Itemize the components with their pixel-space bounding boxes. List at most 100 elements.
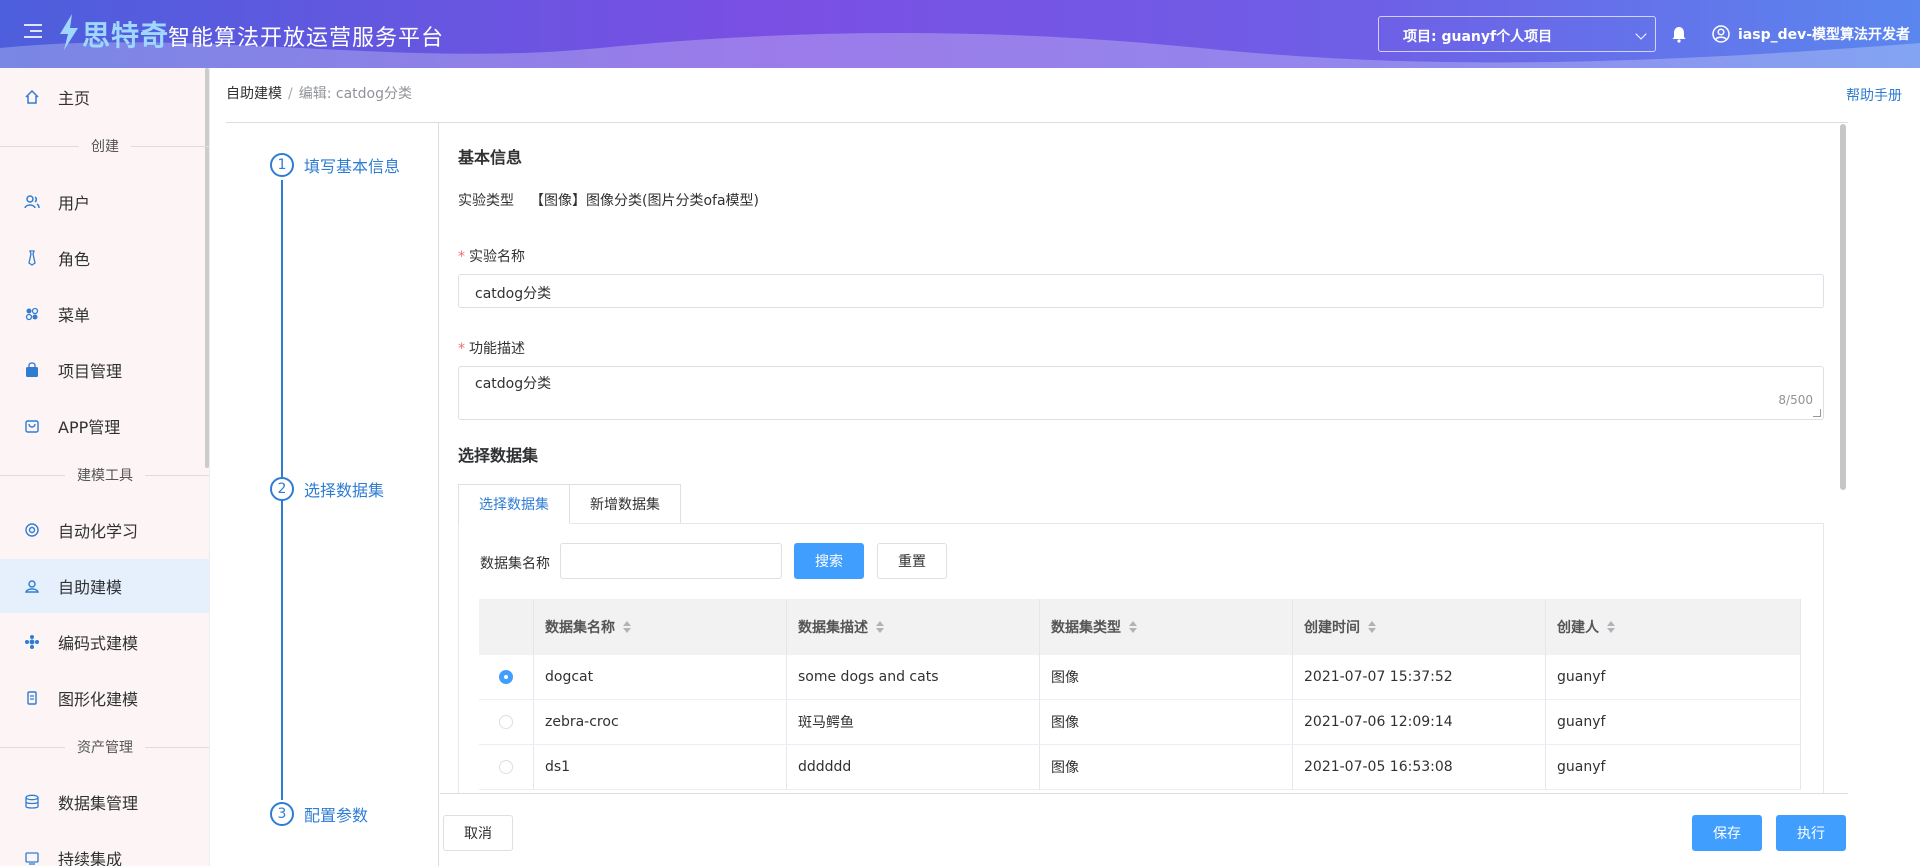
- sort-icon[interactable]: [1129, 621, 1137, 633]
- row-radio[interactable]: [499, 715, 513, 729]
- cell-creator: guanyf: [1546, 655, 1801, 699]
- database-icon: [24, 794, 40, 810]
- top-header: 思特奇 智能算法开放运营服务平台 项目: guanyf个人项目 iasp_dev…: [0, 0, 1920, 68]
- breadcrumb-separator: /: [288, 86, 293, 102]
- sidebar-item-label: 项目管理: [58, 362, 123, 381]
- bell-icon[interactable]: [1670, 25, 1688, 43]
- sidebar-section-modeling-tools: 建模工具: [0, 465, 209, 485]
- resize-handle-icon[interactable]: [1813, 409, 1821, 417]
- menu-toggle-icon[interactable]: [24, 24, 42, 40]
- dataset-search-input[interactable]: [560, 543, 782, 579]
- header-cell-select: [479, 599, 534, 655]
- step-number: 3: [270, 802, 294, 826]
- tab-new-dataset[interactable]: 新增数据集: [569, 484, 681, 524]
- sidebar-item-home[interactable]: 主页: [0, 70, 209, 124]
- sidebar-item-code-modeling[interactable]: 编码式建模: [0, 615, 209, 669]
- sidebar-item-label: 图形化建模: [58, 690, 139, 709]
- execute-button[interactable]: 执行: [1776, 815, 1846, 851]
- header-cell-creator[interactable]: 创建人: [1546, 599, 1801, 655]
- search-button[interactable]: 搜索: [794, 543, 864, 579]
- cell-desc: dddddd: [787, 745, 1040, 789]
- tab-select-dataset[interactable]: 选择数据集: [458, 484, 570, 524]
- sidebar-item-label: 主页: [58, 89, 91, 108]
- cell-time: 2021-07-07 15:37:52: [1293, 655, 1546, 699]
- cell-creator: guanyf: [1546, 700, 1801, 744]
- steps-divider: [438, 122, 439, 866]
- sort-icon[interactable]: [623, 621, 631, 633]
- sidebar-item-self-modeling[interactable]: 自助建模: [0, 559, 209, 613]
- code-icon: [24, 634, 40, 650]
- sidebar: 主页 创建 用户 角色 菜单 项目管理 APP管理 建模工具 自动化学习 自助建…: [0, 68, 210, 866]
- header-cell-type[interactable]: 数据集类型: [1040, 599, 1293, 655]
- project-select[interactable]: 项目: guanyf个人项目: [1378, 16, 1656, 52]
- sidebar-item-label: APP管理: [58, 418, 121, 437]
- sidebar-item-label: 数据集管理: [58, 794, 139, 813]
- sidebar-section-asset-management: 资产管理: [0, 737, 209, 757]
- content-scrollbar[interactable]: [1840, 124, 1846, 490]
- users-icon: [24, 194, 40, 210]
- table-row[interactable]: zebra-croc 斑马鳄鱼 图像 2021-07-06 12:09:14 g…: [479, 700, 1801, 745]
- header-cell-time[interactable]: 创建时间: [1293, 599, 1546, 655]
- sidebar-item-roles[interactable]: 角色: [0, 231, 209, 285]
- step-2[interactable]: 2 选择数据集: [270, 477, 384, 501]
- sidebar-item-menu[interactable]: 菜单: [0, 287, 209, 341]
- sort-icon[interactable]: [1368, 621, 1376, 633]
- sidebar-item-dataset-management[interactable]: 数据集管理: [0, 775, 209, 829]
- required-mark: *: [458, 341, 465, 357]
- breadcrumb-root[interactable]: 自助建模: [226, 86, 282, 102]
- project-select-value: 项目: guanyf个人项目: [1403, 29, 1553, 45]
- step-label: 选择数据集: [304, 481, 385, 500]
- sidebar-item-ci[interactable]: 持续集成: [0, 831, 209, 866]
- ci-icon: [24, 850, 40, 866]
- desc-textarea[interactable]: catdog分类 8/500: [458, 366, 1824, 420]
- grid-icon: [24, 306, 40, 322]
- cell-time: 2021-07-06 12:09:14: [1293, 700, 1546, 744]
- table-header: 数据集名称 数据集描述 数据集类型 创建时间 创建人: [479, 599, 1801, 655]
- reset-button[interactable]: 重置: [877, 543, 947, 579]
- sidebar-item-app-management[interactable]: APP管理: [0, 399, 209, 453]
- sidebar-item-label: 编码式建模: [58, 634, 139, 653]
- cell-name: dogcat: [534, 655, 787, 699]
- bag-icon: [24, 362, 40, 378]
- cell-creator: guanyf: [1546, 745, 1801, 789]
- cell-type: 图像: [1040, 655, 1293, 699]
- home-icon: [24, 89, 40, 105]
- help-manual-link[interactable]: 帮助手册: [1846, 85, 1902, 105]
- desc-label: * 功能描述: [458, 341, 525, 357]
- sidebar-item-automl[interactable]: 自动化学习: [0, 503, 209, 557]
- step-label: 填写基本信息: [304, 157, 401, 176]
- user-name: iasp_dev-模型算法开发者: [1738, 27, 1911, 43]
- sidebar-item-label: 持续集成: [58, 850, 123, 866]
- cell-name: ds1: [534, 745, 787, 789]
- cancel-button[interactable]: 取消: [443, 815, 513, 851]
- header-cell-desc[interactable]: 数据集描述: [787, 599, 1040, 655]
- step-3[interactable]: 3 配置参数: [270, 802, 368, 826]
- header-cell-name[interactable]: 数据集名称: [534, 599, 787, 655]
- logo-text: 思特奇: [82, 19, 170, 52]
- step-1[interactable]: 1 填写基本信息: [270, 153, 400, 177]
- sidebar-item-graphical-modeling[interactable]: 图形化建模: [0, 671, 209, 725]
- sidebar-item-label: 菜单: [58, 306, 91, 325]
- sidebar-item-users[interactable]: 用户: [0, 175, 209, 229]
- row-radio[interactable]: [499, 760, 513, 774]
- user-menu[interactable]: iasp_dev-模型算法开发者: [1712, 24, 1910, 44]
- basic-info-title: 基本信息: [458, 148, 523, 167]
- cycle-icon: [24, 522, 40, 538]
- exp-name-input[interactable]: catdog分类: [458, 274, 1824, 308]
- table-row[interactable]: dogcat some dogs and cats 图像 2021-07-07 …: [479, 655, 1801, 700]
- user-icon: [1712, 25, 1730, 43]
- user-model-icon: [24, 578, 40, 594]
- exp-name-value: catdog分类: [475, 286, 552, 302]
- exp-type-label: 实验类型: [458, 193, 514, 209]
- sort-icon[interactable]: [1607, 621, 1615, 633]
- chevron-down-icon: [1635, 28, 1647, 40]
- cell-type: 图像: [1040, 700, 1293, 744]
- sidebar-item-project-management[interactable]: 项目管理: [0, 343, 209, 397]
- dataset-table: 数据集名称 数据集描述 数据集类型 创建时间 创建人 dogcat some d…: [479, 599, 1801, 790]
- sidebar-item-label: 用户: [58, 194, 91, 213]
- platform-title: 智能算法开放运营服务平台: [168, 26, 445, 51]
- save-button[interactable]: 保存: [1692, 815, 1762, 851]
- row-radio[interactable]: [499, 670, 513, 684]
- sort-icon[interactable]: [876, 621, 884, 633]
- table-row[interactable]: ds1 dddddd 图像 2021-07-05 16:53:08 guanyf: [479, 745, 1801, 790]
